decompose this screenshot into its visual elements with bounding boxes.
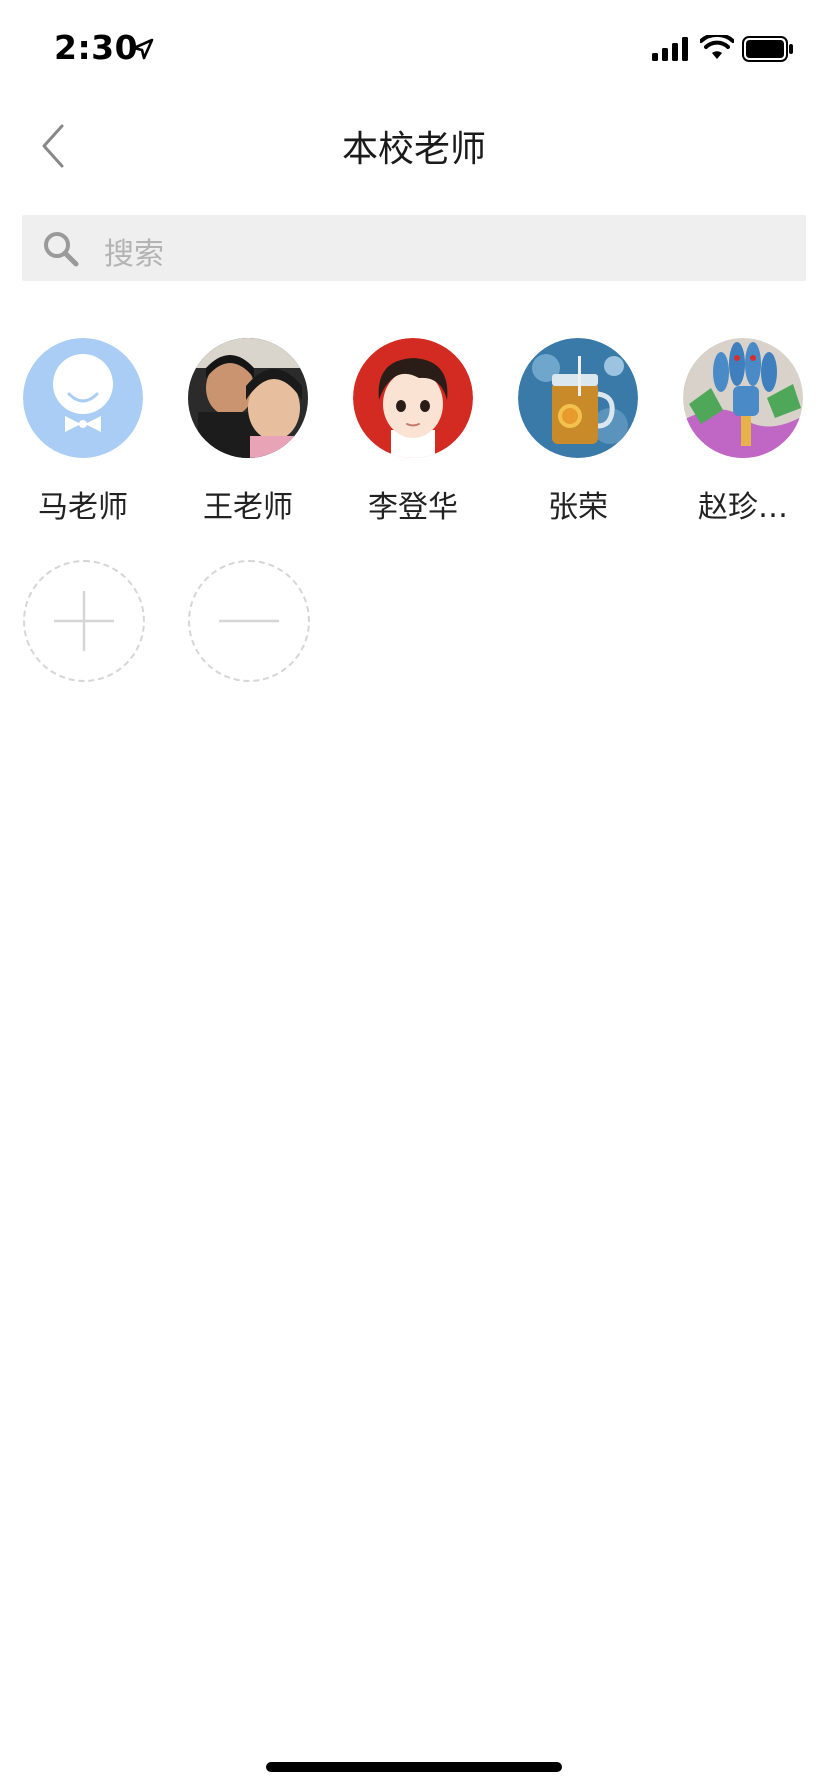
status-time: 2:30 (54, 28, 139, 67)
cellular-signal-icon (652, 37, 688, 61)
contact-name: 赵珍… (698, 490, 788, 525)
contact-item[interactable]: 赵珍… (673, 338, 813, 528)
contact-name: 张荣 (548, 490, 608, 525)
search-placeholder: 搜索 (104, 237, 164, 272)
contact-item[interactable]: 王老师 (178, 338, 318, 528)
battery-icon (742, 36, 793, 62)
contact-item[interactable]: 张荣 (508, 338, 648, 528)
contact-name: 王老师 (203, 490, 293, 525)
plus-icon (54, 591, 114, 651)
iced-tea-jar-avatar-icon (518, 338, 638, 458)
search-input[interactable]: 搜索 (22, 215, 806, 281)
home-indicator[interactable] (266, 1762, 562, 1772)
location-arrow-icon (132, 38, 154, 60)
add-member-button[interactable] (23, 560, 145, 682)
contact-item[interactable]: 马老师 (13, 338, 153, 528)
photo-avatar-icon (188, 338, 308, 458)
page-title: 本校老师 (341, 129, 486, 170)
search-icon (44, 232, 79, 267)
remove-member-button[interactable] (188, 560, 310, 682)
status-bar: 2:30 (0, 0, 828, 96)
minus-icon (219, 619, 279, 623)
navigation-bar: 本校老师 (0, 96, 828, 192)
drawing-artwork-avatar-icon (683, 338, 803, 458)
default-avatar-icon (23, 338, 143, 458)
wifi-icon (700, 35, 734, 59)
contact-name: 马老师 (38, 490, 128, 525)
contact-item[interactable]: 李登华 (343, 338, 483, 528)
cartoon-boy-avatar-icon (353, 338, 473, 458)
contact-name: 李登华 (368, 490, 458, 525)
